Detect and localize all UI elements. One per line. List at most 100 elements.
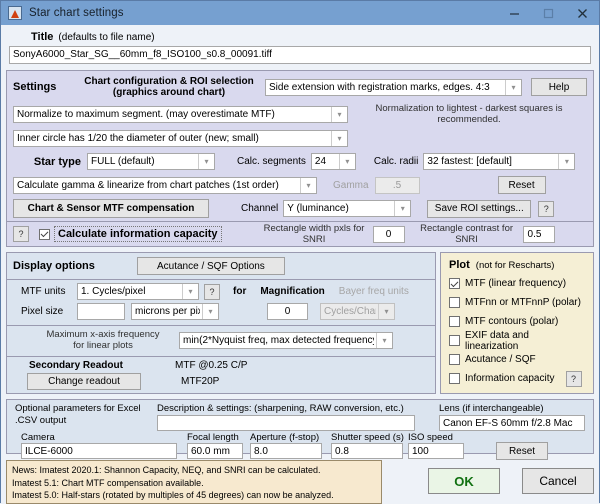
maximize-icon[interactable]: [531, 1, 565, 25]
star-type-row: Star type FULL (default) ▾ Calc. segment…: [13, 153, 587, 170]
plot-option-exif[interactable]: EXIF data and linearization: [449, 329, 585, 352]
settings-panel: Settings Chart configuration & ROI selec…: [6, 70, 594, 222]
display-divider-2: [7, 325, 435, 326]
pixel-size-label: Pixel size: [21, 306, 64, 317]
title-field-labels: Title (defaults to file name): [31, 31, 591, 43]
pixel-size-row: Pixel size microns per pixel ▾ 0 Cycles/…: [13, 303, 429, 320]
plot-title: Plot: [449, 259, 470, 271]
rectangle-contrast-input[interactable]: 0.5: [522, 225, 555, 243]
max-frequency-select[interactable]: min(2*Nyquist freq, max detected frequen…: [179, 331, 393, 349]
news-line-1: News: Imatest 2020.1: Shannon Capacity, …: [12, 465, 321, 475]
star-type-select[interactable]: FULL (default) ▾: [87, 153, 215, 170]
rectangle-contrast-label: Rectangle contrast for SNRI: [420, 223, 514, 245]
bayer-freq-units-select[interactable]: Cycles/Channel ... ▾: [320, 303, 395, 320]
optional-params-title-line2: .CSV output: [15, 415, 67, 426]
help-button[interactable]: Help: [531, 78, 587, 96]
mtf-units-label: MTF units: [21, 286, 66, 297]
gamma-method-select[interactable]: Calculate gamma & linearize from chart p…: [13, 176, 317, 194]
plot-checkbox-mtf-linear[interactable]: [449, 278, 460, 289]
camera-input[interactable]: ILCE-6000: [21, 443, 177, 459]
chart-config-select[interactable]: Side extension with registration marks, …: [265, 78, 522, 96]
save-roi-help-button[interactable]: ?: [538, 200, 555, 217]
focal-length-input[interactable]: 60.0 mm: [187, 443, 243, 459]
description-input[interactable]: [157, 415, 415, 431]
rectangle-width-label: Rectangle width pxls for SNRI: [263, 223, 365, 245]
aperture-input[interactable]: 8.0: [250, 443, 322, 459]
save-roi-settings-button[interactable]: Save ROI settings...: [427, 199, 532, 218]
optional-parameters-panel: Optional parameters for Excel .CSV outpu…: [6, 399, 594, 460]
information-capacity-help-button[interactable]: ?: [13, 226, 29, 242]
title-field-group: Title (defaults to file name) SonyA6000_S…: [1, 25, 599, 64]
cancel-button[interactable]: Cancel: [522, 468, 594, 494]
settings-reset-button[interactable]: Reset: [497, 176, 546, 194]
plot-checkbox-acutance-sqf[interactable]: [449, 354, 460, 365]
plot-panel: Plot (not for Rescharts) MTF (linear fre…: [440, 252, 594, 394]
mtf-units-help-button[interactable]: ?: [204, 283, 220, 300]
shutter-speed-input[interactable]: 0.8: [331, 443, 403, 459]
plot-label-exif: EXIF data and linearization: [465, 329, 529, 352]
chevron-down-icon: ▾: [182, 284, 198, 299]
chevron-down-icon: ▾: [300, 177, 316, 193]
bottom-bar: News: Imatest 2020.1: Shannon Capacity, …: [6, 460, 594, 504]
ok-button[interactable]: OK: [428, 468, 500, 494]
display-divider-3: [7, 356, 435, 357]
normalize-select[interactable]: Normalize to maximum segment. (may overe…: [13, 105, 348, 123]
window-title: Star chart settings: [29, 7, 124, 19]
channel-select[interactable]: Y (luminance) ▾: [283, 200, 412, 217]
title-input[interactable]: SonyA6000_Star_SG__60mm_f8_ISO100_s0.8_0…: [9, 46, 591, 64]
change-readout-button[interactable]: Change readout: [27, 373, 141, 390]
plot-checkbox-mtf-contours[interactable]: [449, 316, 460, 327]
chart-sensor-mtf-compensation-button[interactable]: Chart & Sensor MTF compensation: [13, 199, 209, 218]
pixel-size-input[interactable]: [77, 303, 125, 320]
optional-reset-button[interactable]: Reset: [496, 442, 548, 460]
plot-checkbox-exif[interactable]: [449, 335, 460, 346]
inner-circle-select[interactable]: Inner circle has 1/20 the diameter of ou…: [13, 130, 348, 147]
calc-radii-select[interactable]: 32 fastest: [default] ▾: [423, 153, 576, 170]
rectangle-width-input[interactable]: 0: [372, 225, 405, 243]
plot-label-acutance-sqf: Acutance / SQF: [465, 354, 536, 365]
plot-header: Plot (not for Rescharts): [449, 259, 585, 271]
acutance-sqf-options-button[interactable]: Acutance / SQF Options: [136, 257, 285, 275]
plot-subtitle: (not for Rescharts): [475, 259, 555, 271]
description-label: Description & settings: (sharpening, RAW…: [157, 403, 404, 414]
minimize-icon[interactable]: [497, 1, 531, 25]
secondary-readout-value-1: MTF @0.25 C/P: [175, 360, 248, 371]
plot-information-capacity-help-button[interactable]: ?: [565, 370, 582, 387]
max-frequency-label: Maximum x-axis frequency for linear plot…: [46, 329, 160, 351]
display-options-header: Display options Acutance / SQF Options: [13, 256, 429, 276]
plot-option-information-capacity[interactable]: Information capacity ?: [449, 369, 585, 388]
settings-group-title: Settings: [13, 81, 57, 93]
aperture-label: Aperture (f-stop): [250, 432, 320, 443]
calc-segments-label: Calc. segments: [237, 156, 306, 167]
plot-option-acutance-sqf[interactable]: Acutance / SQF: [449, 350, 585, 369]
chevron-down-icon: ▾: [198, 154, 214, 169]
secondary-readout-label: Secondary Readout: [29, 360, 123, 371]
iso-speed-input[interactable]: 100: [408, 443, 464, 459]
plot-label-information-capacity: Information capacity: [465, 373, 555, 384]
chevron-down-icon: ▾: [558, 154, 574, 169]
close-icon[interactable]: [565, 1, 599, 25]
dialog-content: Title (defaults to file name) SonyA6000_S…: [1, 25, 599, 504]
chart-config-label: Chart configuration & ROI selection (gra…: [84, 76, 254, 98]
lens-input[interactable]: Canon EF-S 60mm f/2.8 Mac: [439, 415, 585, 431]
max-frequency-row: Maximum x-axis frequency for linear plot…: [13, 329, 429, 351]
calculate-information-capacity-checkbox[interactable]: [39, 228, 50, 240]
gamma-label: Gamma: [333, 179, 369, 191]
plot-checkbox-information-capacity[interactable]: [449, 373, 460, 384]
secondary-readout-value-2: MTF20P: [181, 376, 220, 387]
magnification-input[interactable]: 0: [267, 303, 308, 320]
optional-params-title-line1: Optional parameters for Excel: [15, 403, 141, 414]
calc-segments-select[interactable]: 24 ▾: [310, 153, 356, 170]
gamma-input[interactable]: .5: [374, 176, 420, 194]
lens-label: Lens (if interchangeable): [439, 403, 544, 414]
plot-option-mtf-linear[interactable]: MTF (linear frequency): [449, 274, 585, 293]
news-panel: News: Imatest 2020.1: Shannon Capacity, …: [6, 460, 382, 504]
mtf-compensation-row: Chart & Sensor MTF compensation Channel …: [13, 199, 587, 218]
chevron-down-icon: ▾: [331, 131, 347, 146]
plot-checkbox-mtfnn-polar[interactable]: [449, 297, 460, 308]
secondary-readout-row: Secondary Readout MTF @0.25 C/P: [13, 360, 429, 371]
plot-option-mtfnn-polar[interactable]: MTFnn or MTFnnP (polar): [449, 293, 585, 312]
mtf-units-select[interactable]: 1. Cycles/pixel ▾: [77, 283, 199, 300]
pixel-size-units-select[interactable]: microns per pixel ▾: [131, 303, 219, 320]
plot-option-mtf-contours[interactable]: MTF contours (polar): [449, 312, 585, 331]
